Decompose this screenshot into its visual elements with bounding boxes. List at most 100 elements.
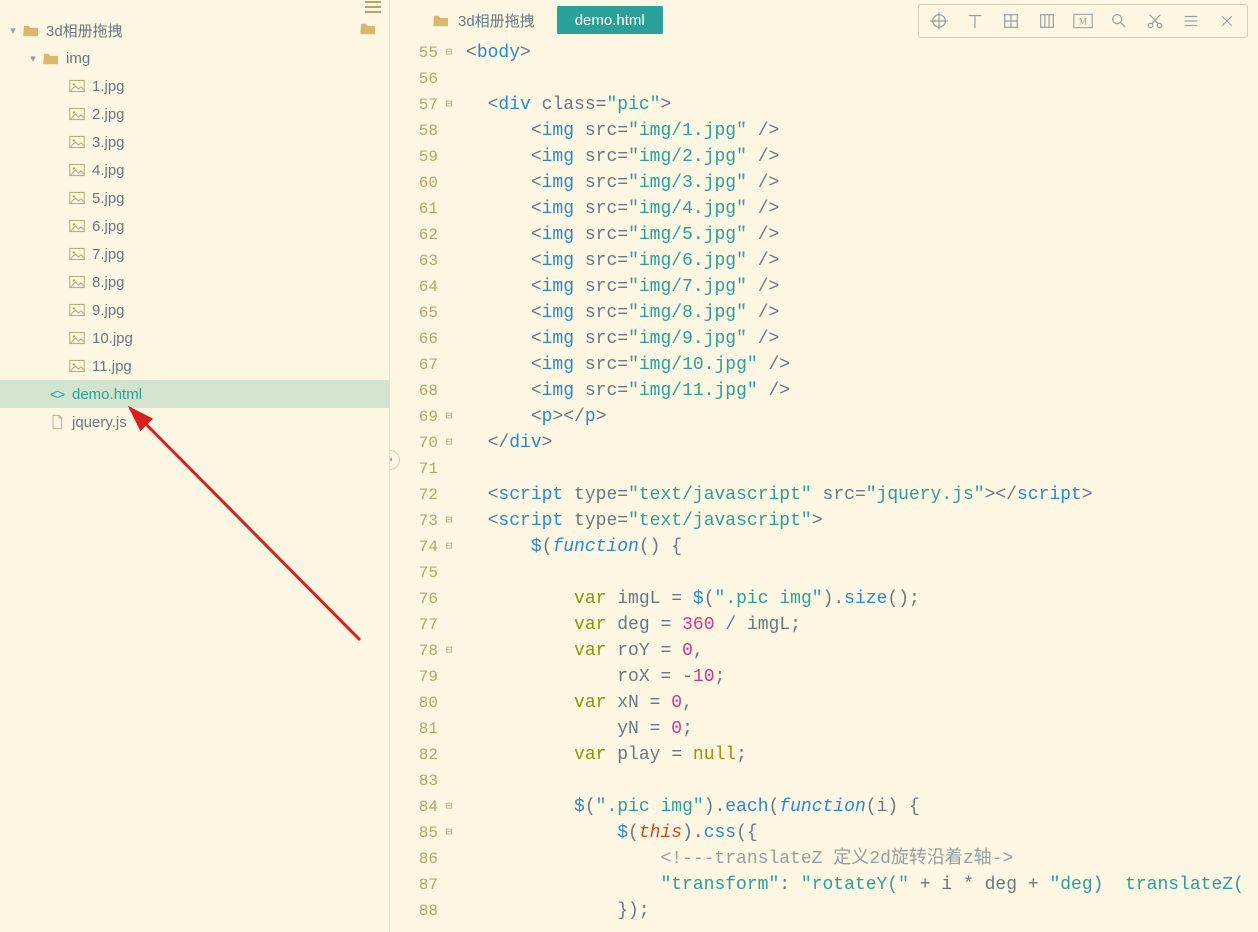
gutter-line[interactable]: 56 <box>390 66 456 92</box>
fold-toggle-icon[interactable] <box>442 488 456 502</box>
tree-folder-img[interactable]: ▾ img <box>0 44 389 72</box>
fold-toggle-icon[interactable]: ⊟ <box>442 46 456 60</box>
code-line[interactable]: <img src="img/9.jpg" /> <box>466 326 1258 352</box>
tree-file-image[interactable]: 4.jpg <box>0 156 389 184</box>
code-line[interactable] <box>466 66 1258 92</box>
tree-file-image[interactable]: 6.jpg <box>0 212 389 240</box>
code-line[interactable]: }); <box>466 898 1258 924</box>
scissors-icon[interactable] <box>1137 6 1173 36</box>
tree-file-image[interactable]: 9.jpg <box>0 296 389 324</box>
code-line[interactable]: var deg = 360 / imgL; <box>466 612 1258 638</box>
gutter-line[interactable]: 64 <box>390 274 456 300</box>
gutter-line[interactable]: 72 <box>390 482 456 508</box>
close-icon[interactable] <box>1209 6 1245 36</box>
gutter-line[interactable]: 59 <box>390 144 456 170</box>
tree-file-image[interactable]: 5.jpg <box>0 184 389 212</box>
fold-toggle-icon[interactable] <box>442 280 456 294</box>
code-line[interactable]: <script type="text/javascript"> <box>466 508 1258 534</box>
fold-toggle-icon[interactable]: ⊟ <box>442 826 456 840</box>
code-line[interactable]: var imgL = $(".pic img").size(); <box>466 586 1258 612</box>
fold-toggle-icon[interactable] <box>442 306 456 320</box>
code-line[interactable]: $(function() { <box>466 534 1258 560</box>
tree-file-jquery-js[interactable]: jquery.js <box>0 408 389 436</box>
markdown-icon[interactable]: M <box>1065 6 1101 36</box>
code-line[interactable] <box>466 768 1258 794</box>
code-line[interactable]: var xN = 0, <box>466 690 1258 716</box>
code-line[interactable]: <img src="img/6.jpg" /> <box>466 248 1258 274</box>
gutter-line[interactable]: 65 <box>390 300 456 326</box>
tree-file-demo-html[interactable]: <> demo.html <box>0 380 389 408</box>
code-content[interactable]: <body> <div class="pic"> <img src="img/1… <box>462 40 1258 932</box>
gutter-line[interactable]: 61 <box>390 196 456 222</box>
code-line[interactable]: yN = 0; <box>466 716 1258 742</box>
gutter-line[interactable]: 71 <box>390 456 456 482</box>
gutter-line[interactable]: 57⊟ <box>390 92 456 118</box>
tree-file-image[interactable]: 7.jpg <box>0 240 389 268</box>
gutter-line[interactable]: 75 <box>390 560 456 586</box>
code-line[interactable]: <img src="img/3.jpg" /> <box>466 170 1258 196</box>
fold-toggle-icon[interactable] <box>442 904 456 918</box>
fold-toggle-icon[interactable] <box>442 332 456 346</box>
fold-toggle-icon[interactable] <box>442 878 456 892</box>
gutter-line[interactable]: 78⊟ <box>390 638 456 664</box>
tab-demo-html[interactable]: demo.html <box>557 6 663 34</box>
code-line[interactable]: </div> <box>466 430 1258 456</box>
list-icon[interactable] <box>1173 6 1209 36</box>
gutter-line[interactable]: 84⊟ <box>390 794 456 820</box>
fold-toggle-icon[interactable] <box>442 72 456 86</box>
sidebar-menu-icon[interactable] <box>365 1 381 13</box>
fold-toggle-icon[interactable] <box>442 202 456 216</box>
code-line[interactable] <box>466 560 1258 586</box>
gutter-line[interactable]: 85⊟ <box>390 820 456 846</box>
gutter-line[interactable]: 76 <box>390 586 456 612</box>
code-line[interactable]: <script type="text/javascript" src="jque… <box>466 482 1258 508</box>
fold-toggle-icon[interactable] <box>442 384 456 398</box>
fold-toggle-icon[interactable] <box>442 852 456 866</box>
fold-toggle-icon[interactable] <box>442 670 456 684</box>
code-line[interactable] <box>466 456 1258 482</box>
gutter-line[interactable]: 62 <box>390 222 456 248</box>
code-line[interactable]: var roY = 0, <box>466 638 1258 664</box>
fold-toggle-icon[interactable] <box>442 618 456 632</box>
code-line[interactable]: <img src="img/5.jpg" /> <box>466 222 1258 248</box>
tree-file-image[interactable]: 3.jpg <box>0 128 389 156</box>
fold-toggle-icon[interactable] <box>442 722 456 736</box>
gutter-line[interactable]: 88 <box>390 898 456 924</box>
gutter-line[interactable]: 82 <box>390 742 456 768</box>
fold-toggle-icon[interactable] <box>442 358 456 372</box>
code-line[interactable]: <div class="pic"> <box>466 92 1258 118</box>
tree-file-image[interactable]: 8.jpg <box>0 268 389 296</box>
columns-icon[interactable] <box>1029 6 1065 36</box>
gutter-line[interactable]: 55⊟ <box>390 40 456 66</box>
fold-toggle-icon[interactable] <box>442 228 456 242</box>
fold-toggle-icon[interactable] <box>442 592 456 606</box>
code-line[interactable]: <img src="img/8.jpg" /> <box>466 300 1258 326</box>
gutter-line[interactable]: 86 <box>390 846 456 872</box>
gutter-line[interactable]: 80 <box>390 690 456 716</box>
code-line[interactable]: <img src="img/1.jpg" /> <box>466 118 1258 144</box>
gutter-line[interactable]: 63 <box>390 248 456 274</box>
gutter-line[interactable]: 70⊟ <box>390 430 456 456</box>
code-editor[interactable]: ◂ 55⊟5657⊟585960616263646566676869⊟70⊟71… <box>390 40 1258 932</box>
gutter-line[interactable]: 77 <box>390 612 456 638</box>
tree-file-image[interactable]: 1.jpg <box>0 72 389 100</box>
fold-toggle-icon[interactable]: ⊟ <box>442 410 456 424</box>
fold-toggle-icon[interactable] <box>442 150 456 164</box>
gutter-line[interactable]: 79 <box>390 664 456 690</box>
fold-toggle-icon[interactable]: ⊟ <box>442 98 456 112</box>
code-line[interactable]: <img src="img/10.jpg" /> <box>466 352 1258 378</box>
code-line[interactable]: <body> <box>466 40 1258 66</box>
fold-toggle-icon[interactable]: ⊟ <box>442 800 456 814</box>
code-line[interactable]: <!---translateZ 定义2d旋转沿着z轴-> <box>466 846 1258 872</box>
tree-file-image[interactable]: 2.jpg <box>0 100 389 128</box>
gutter-line[interactable]: 69⊟ <box>390 404 456 430</box>
gutter-line[interactable]: 68 <box>390 378 456 404</box>
fold-toggle-icon[interactable] <box>442 774 456 788</box>
gutter-line[interactable]: 60 <box>390 170 456 196</box>
fold-toggle-icon[interactable]: ⊟ <box>442 514 456 528</box>
fold-toggle-icon[interactable] <box>442 462 456 476</box>
fold-toggle-icon[interactable] <box>442 566 456 580</box>
code-line[interactable]: <img src="img/2.jpg" /> <box>466 144 1258 170</box>
fold-toggle-icon[interactable] <box>442 696 456 710</box>
fold-toggle-icon[interactable] <box>442 254 456 268</box>
